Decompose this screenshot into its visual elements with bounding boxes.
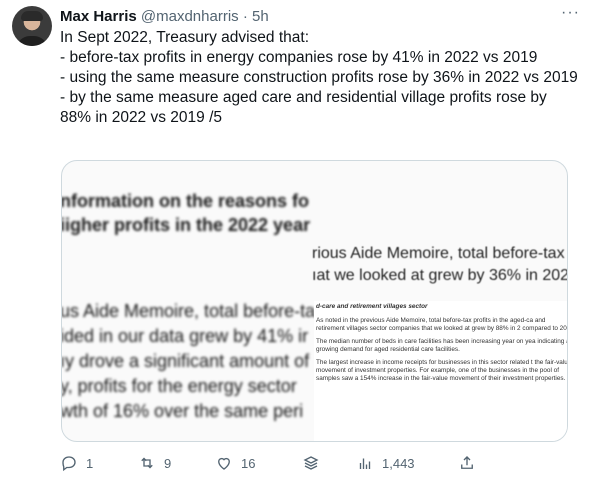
retweet-count: 9 bbox=[164, 455, 172, 471]
tweet-text-line: - before-tax profits in energy companies… bbox=[60, 49, 538, 66]
like-count: 16 bbox=[241, 455, 256, 471]
doc-body-line: wth of 16% over the same peri bbox=[61, 401, 304, 421]
doc-section-title: d-care and retirement villages sector bbox=[316, 303, 428, 310]
retweet-button[interactable]: 9 bbox=[138, 454, 171, 472]
avatar-hair bbox=[21, 11, 43, 21]
ellipsis-icon: ··· bbox=[561, 4, 580, 21]
doc-mid-line: rious Aide Memoire, total before-tax bbox=[312, 245, 565, 262]
tweet-header: Max Harris @maxdnharris · 5h bbox=[60, 8, 269, 26]
views-icon bbox=[359, 458, 371, 469]
document-middle-layer: rious Aide Memoire, total before-tax ıat… bbox=[312, 243, 568, 287]
stack-button[interactable] bbox=[302, 454, 328, 472]
attached-image[interactable]: nformation on the reasons fo iigher prof… bbox=[61, 160, 568, 442]
doc-body-line: y, profits for the energy sector bbox=[61, 376, 297, 396]
tweet-text: In Sept 2022, Treasury advised that: - b… bbox=[60, 28, 580, 128]
avatar-shirt bbox=[16, 36, 48, 46]
reply-count: 1 bbox=[86, 455, 94, 471]
retweet-icon bbox=[141, 457, 153, 469]
more-options-button[interactable]: ··· bbox=[561, 4, 580, 22]
doc-body-line: ided in our data grew by 41% ir bbox=[61, 326, 309, 346]
stack-icon bbox=[303, 456, 319, 470]
doc-body-line: ıy drove a significant amount of bbox=[61, 351, 310, 371]
tweet-text-line: - using the same measure construction pr… bbox=[60, 69, 578, 86]
document-front-layer: d-care and retirement villages sector As… bbox=[314, 301, 568, 441]
doc-paragraph: The largest increase in income receipts … bbox=[316, 359, 568, 382]
tweet-text-line: In Sept 2022, Treasury advised that: bbox=[60, 29, 310, 46]
views-count: 1,443 bbox=[382, 455, 415, 471]
avatar[interactable] bbox=[12, 6, 52, 46]
doc-body-line: us Aide Memoire, total before-ta bbox=[61, 301, 316, 321]
doc-paragraph: As noted in the previous Aide Memoire, t… bbox=[316, 317, 568, 332]
doc-mid-line: ıat we looked at grew by 36% in 202 bbox=[312, 267, 568, 284]
like-icon bbox=[218, 457, 230, 470]
reply-button[interactable]: 1 bbox=[60, 454, 93, 472]
tweet-text-line: - by the same measure aged care and resi… bbox=[60, 89, 552, 126]
like-button[interactable]: 16 bbox=[215, 454, 255, 472]
doc-paragraph: The median number of beds in care facili… bbox=[316, 338, 568, 353]
author-name[interactable]: Max Harris bbox=[60, 8, 137, 25]
tweet-time[interactable]: 5h bbox=[252, 8, 269, 25]
share-icon bbox=[461, 456, 473, 469]
share-button[interactable] bbox=[458, 454, 484, 472]
reply-icon bbox=[62, 456, 76, 472]
views-button[interactable]: 1,443 bbox=[356, 454, 415, 472]
header-separator: · bbox=[242, 8, 248, 25]
doc-heading-line: nformation on the reasons fo bbox=[61, 191, 310, 211]
author-handle[interactable]: @maxdnharris bbox=[141, 8, 239, 25]
tweet-actions: 1 9 16 1,443 bbox=[60, 454, 480, 478]
doc-heading-line: iigher profits in the 2022 year bbox=[61, 215, 311, 235]
